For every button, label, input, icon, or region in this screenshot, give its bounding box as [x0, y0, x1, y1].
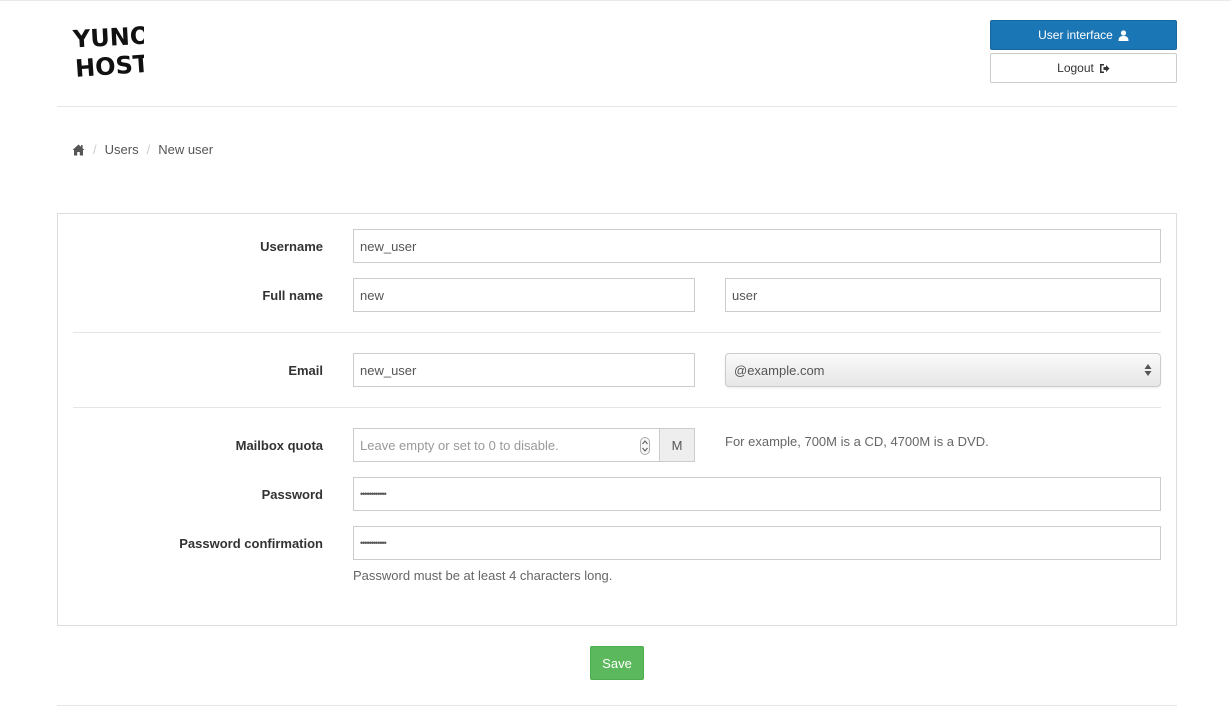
top-border: [0, 0, 1231, 1]
header-divider: [57, 106, 1177, 107]
user-icon: [1118, 29, 1129, 41]
username-input[interactable]: new_user: [353, 229, 1161, 263]
mailbox-quota-input[interactable]: Leave empty or set to 0 to disable.: [353, 428, 660, 462]
breadcrumb-separator: /: [146, 142, 151, 157]
section-divider: [73, 332, 1161, 333]
logout-button[interactable]: Logout: [990, 53, 1177, 83]
section-divider: [73, 407, 1161, 408]
sign-out-icon: [1099, 63, 1110, 74]
email-domain-select[interactable]: @example.com: [725, 353, 1161, 387]
lastname-value: user: [732, 287, 758, 303]
fullname-label: Full name: [262, 288, 323, 303]
firstname-value: new: [360, 287, 384, 303]
email-local-value: new_user: [360, 362, 417, 378]
breadcrumb: / Users / New user: [72, 142, 213, 157]
logout-label: Logout: [1057, 61, 1094, 75]
username-value: new_user: [360, 238, 417, 254]
breadcrumb-users[interactable]: Users: [105, 142, 139, 157]
username-label: Username: [260, 239, 323, 254]
mailbox-quota-label: Mailbox quota: [235, 438, 323, 453]
select-arrows-icon: [1144, 364, 1152, 376]
user-interface-button[interactable]: User interface: [990, 20, 1177, 50]
user-interface-label: User interface: [1038, 28, 1113, 42]
logo-image: YUNO HOST: [72, 21, 144, 80]
lastname-input[interactable]: user: [725, 278, 1161, 312]
yunohost-logo[interactable]: YUNO HOST: [72, 20, 144, 80]
password-value: ••••••••••••: [360, 489, 387, 499]
firstname-input[interactable]: new: [353, 278, 695, 312]
password-label: Password: [261, 487, 323, 502]
email-local-input[interactable]: new_user: [353, 353, 695, 387]
logo-line-1: YUNO: [72, 21, 144, 53]
breadcrumb-separator: /: [93, 142, 97, 157]
save-button[interactable]: Save: [590, 646, 644, 680]
mailbox-quota-placeholder: Leave empty or set to 0 to disable.: [360, 437, 559, 453]
save-label: Save: [602, 655, 632, 671]
password-confirmation-value: ••••••••••••: [360, 538, 387, 548]
email-label: Email: [288, 363, 323, 378]
new-user-form: Username new_user Full name new user Ema…: [57, 213, 1177, 626]
password-confirmation-label: Password confirmation: [179, 536, 323, 551]
quota-unit-addon: M: [659, 428, 695, 462]
password-help-text: Password must be at least 4 characters l…: [353, 568, 613, 583]
password-input[interactable]: ••••••••••••: [353, 477, 1161, 511]
password-confirmation-input[interactable]: ••••••••••••: [353, 526, 1161, 560]
number-spinner[interactable]: [640, 437, 650, 455]
breadcrumb-new-user: New user: [158, 142, 214, 157]
email-domain-value: @example.com: [734, 362, 825, 378]
logo-line-2: HOST: [74, 50, 144, 80]
quota-help-text: For example, 700M is a CD, 4700M is a DV…: [725, 434, 989, 449]
home-icon[interactable]: [72, 144, 85, 156]
footer-divider: [57, 705, 1177, 706]
